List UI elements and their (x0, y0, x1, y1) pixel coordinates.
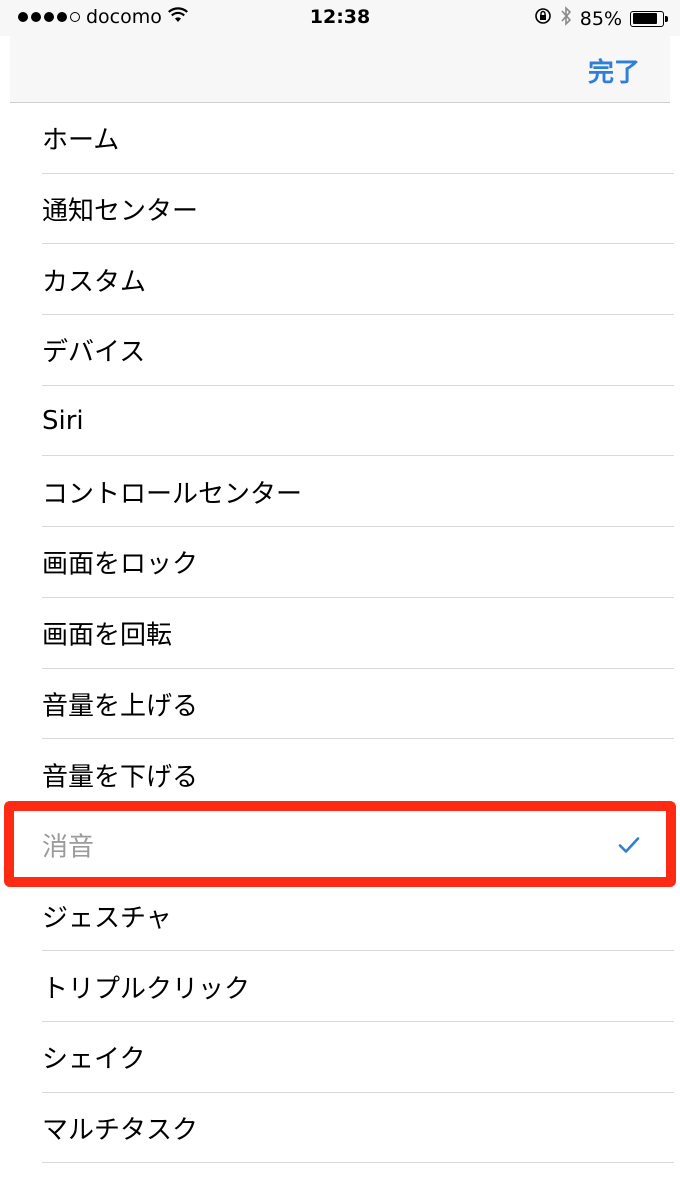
list-item[interactable]: シェイク (0, 1022, 680, 1093)
list-item[interactable]: Siri (0, 386, 680, 457)
list-item[interactable]: 音量を下げる (0, 739, 680, 810)
list-item[interactable]: 画面を回転 (0, 598, 680, 669)
list-item-label: 音量を上げる (42, 691, 199, 722)
orientation-lock-icon (534, 7, 552, 30)
list-item-label: 画面をロック (42, 549, 199, 580)
list-item[interactable]: 消音 (0, 810, 680, 881)
checkmark-icon (618, 837, 640, 854)
navigation-bar: 完了 (10, 36, 670, 103)
list-item-label: 通知センター (42, 196, 199, 227)
battery-cap (665, 15, 668, 22)
list-item[interactable]: カスタム (0, 244, 680, 316)
list-item[interactable]: ホーム (0, 103, 680, 174)
list-item-label: カスタム (42, 267, 147, 298)
list-item-label: シェイク (42, 1044, 146, 1075)
bluetooth-icon (560, 6, 572, 31)
list-item[interactable]: 音量を上げる (0, 669, 680, 740)
status-bar: docomo 12:38 85% (0, 0, 680, 36)
list-item-label: ジェスチャ (42, 903, 172, 934)
list-item[interactable]: ジェスチャ (0, 881, 680, 952)
list-item[interactable]: マルチタスク (0, 1093, 680, 1164)
battery-icon (630, 10, 668, 27)
list-item-label: トリプルクリック (42, 974, 251, 1005)
list-item[interactable]: 画面をロック (0, 527, 680, 598)
list-item-label: コントロールセンター (42, 479, 303, 510)
battery-percent: 85% (579, 7, 622, 30)
action-list: ホーム通知センター カスタムデバイス Siri コントロールセンター 画面をロック 画面を… (0, 103, 680, 1164)
list-item-label: デバイス (42, 337, 146, 368)
list-item[interactable]: トリプルクリック (0, 951, 680, 1022)
list-item[interactable]: コントロールセンター (0, 456, 680, 528)
row-separator (42, 1162, 674, 1164)
list-item-label: Siri (42, 406, 84, 437)
done-button[interactable]: 完了 (588, 52, 640, 89)
battery-fill (632, 13, 658, 24)
list-item-label: ホーム (42, 125, 120, 156)
list-item[interactable]: デバイス (0, 315, 680, 386)
list-item[interactable]: 通知センター (0, 174, 680, 245)
list-item-label: 音量を下げる (42, 762, 199, 793)
list-item-label: 消音 (42, 832, 95, 863)
status-right: 85% (534, 6, 668, 31)
list-item-label: 画面を回転 (42, 620, 173, 651)
list-item-label: マルチタスク (42, 1115, 199, 1146)
